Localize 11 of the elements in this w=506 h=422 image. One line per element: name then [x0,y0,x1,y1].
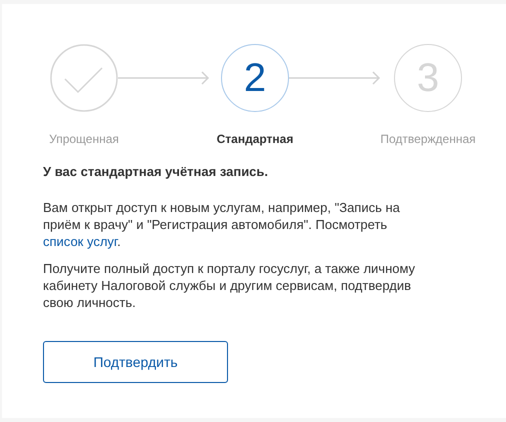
heading: У вас стандартная учётная запись. [43,164,270,179]
paragraph: Вам открыт доступ к новым услугам, например, "Запись на приём к врачу" и "Регистрация автомобиля". Посмотреть список услуг. [43,199,401,250]
step-number: 2 [221,44,289,112]
step-label: Стандартная [216,132,294,146]
confirm-button[interactable]: Подтвердить [43,341,228,383]
step-label: Упрощенная [49,132,119,146]
step-label: Подтвержденная [380,132,476,146]
services-link[interactable]: список услуг [43,234,118,249]
arrow-icon [118,71,210,85]
paragraph: Получите полный доступ к порталу госуслуг, а также личному кабинету Налоговой службы и другим сервисам, подтвердив свою личность. [43,260,416,311]
arrow-icon [289,71,381,85]
